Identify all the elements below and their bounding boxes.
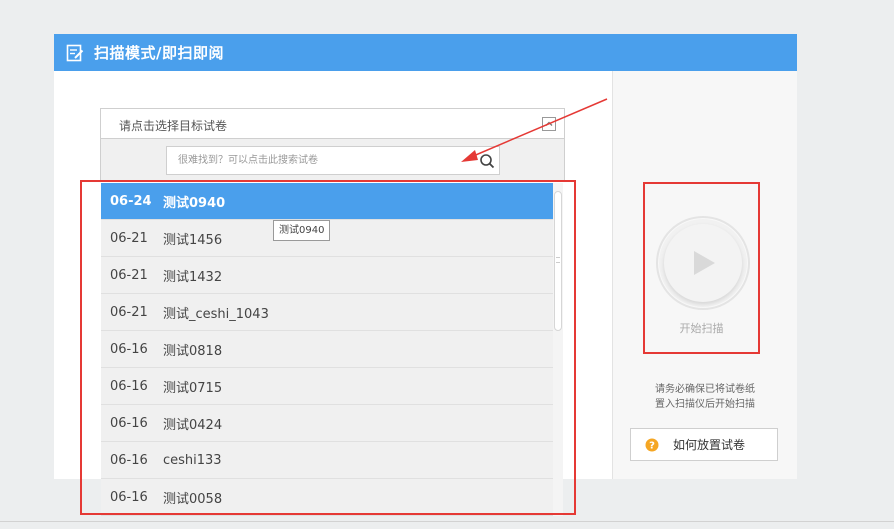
paper-select-placeholder: 请点击选择目标试卷 — [119, 119, 228, 133]
play-icon — [694, 251, 715, 275]
paper-date: 06-24 — [110, 193, 152, 209]
page-title: 扫描模式/即扫即阅 — [94, 44, 224, 62]
search-box[interactable] — [166, 146, 500, 175]
search-input[interactable] — [167, 147, 467, 174]
start-scan-circle[interactable] — [664, 224, 742, 302]
paper-name: 测试1432 — [163, 269, 223, 285]
paper-name: 测试0424 — [163, 417, 223, 433]
paper-list-item[interactable]: 06-16 测试0058 — [101, 479, 563, 516]
paper-name: 测试0715 — [163, 380, 223, 396]
paper-date: 06-16 — [110, 341, 148, 357]
footer-divider — [0, 521, 894, 522]
scan-hint-line2: 置入扫描仪后开始扫描 — [655, 399, 755, 410]
paper-date: 06-21 — [110, 230, 148, 246]
paper-date: 06-16 — [110, 415, 148, 431]
paper-name: 测试_ceshi_1043 — [163, 306, 269, 322]
howto-label: 如何放置试卷 — [673, 438, 746, 452]
paper-date: 06-16 — [110, 378, 148, 394]
paper-date: 06-16 — [110, 452, 148, 468]
start-scan-label: 开始扫描 — [679, 322, 724, 335]
paper-name: 测试1456 — [163, 232, 223, 248]
item-tooltip: 测试0940 — [273, 220, 331, 241]
annotation-arrow — [461, 98, 608, 162]
paper-date: 06-16 — [110, 489, 148, 505]
edit-icon — [66, 44, 84, 61]
paper-list-item[interactable]: 06-21 测试1432 — [101, 257, 563, 294]
list-scrollbar[interactable] — [553, 183, 563, 516]
paper-name: 测试0058 — [163, 491, 223, 507]
paper-list-item[interactable]: 06-21 测试_ceshi_1043 — [101, 294, 563, 331]
start-scan-button[interactable] — [656, 216, 750, 310]
help-icon: ? — [645, 438, 659, 451]
paper-list-item[interactable]: 06-21 测试1456 — [101, 220, 563, 257]
paper-name: 测试0940 — [163, 195, 226, 211]
paper-list-item[interactable]: 06-16 ceshi133 — [101, 442, 563, 479]
paper-list-item[interactable]: 06-24 测试0940 — [101, 183, 563, 220]
scan-hint-line1: 请务必确保已将试卷纸 — [655, 384, 755, 395]
paper-list-item[interactable]: 06-16 测试0424 — [101, 405, 563, 442]
paper-name: ceshi133 — [163, 452, 222, 468]
scan-hint: 请务必确保已将试卷纸 置入扫描仪后开始扫描 — [630, 382, 780, 412]
scroll-grip-icon — [556, 257, 560, 263]
paper-list-item[interactable]: 06-16 测试0818 — [101, 331, 563, 368]
paper-date: 06-21 — [110, 267, 148, 283]
svg-text:?: ? — [649, 440, 655, 451]
howto-button[interactable]: ? 如何放置试卷 — [630, 428, 778, 461]
paper-list-item[interactable]: 06-16 测试0715 — [101, 368, 563, 405]
paper-name: 测试0818 — [163, 343, 223, 359]
paper-list: 06-24 测试0940 06-21 测试1456 06-21 测试1432 06-21 测试… — [101, 183, 563, 516]
paper-date: 06-21 — [110, 304, 148, 320]
panel-header: 扫描模式/即扫即阅 — [54, 34, 797, 71]
scroll-thumb[interactable] — [554, 191, 562, 331]
